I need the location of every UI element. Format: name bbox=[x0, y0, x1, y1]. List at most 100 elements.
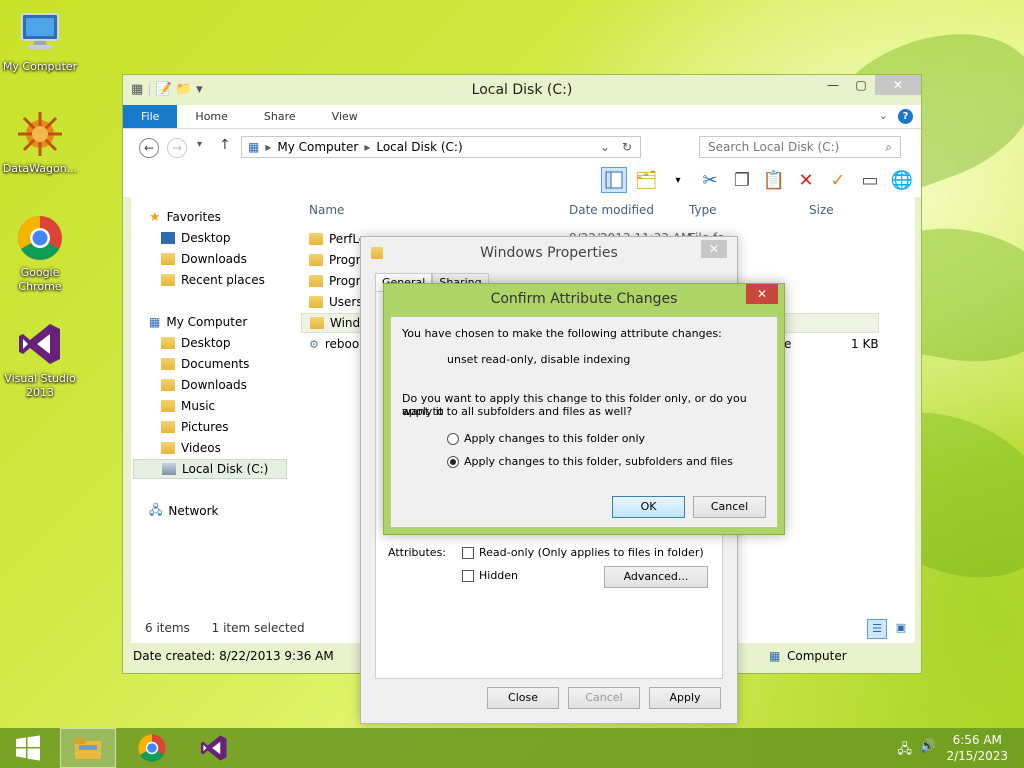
nav-favorites[interactable]: ★ Favorites bbox=[149, 207, 221, 227]
check-folder-icon[interactable]: 🗂 bbox=[633, 167, 659, 193]
confirm-body: You have chosen to make the following at… bbox=[390, 316, 778, 528]
readonly-checkbox[interactable]: Read-only (Only applies to files in fold… bbox=[462, 546, 704, 559]
network-tray-icon[interactable]: 🖧 bbox=[898, 740, 913, 762]
nav-comp-pictures[interactable]: Pictures bbox=[161, 417, 229, 437]
chevron-down-icon[interactable]: ▾ bbox=[665, 167, 691, 193]
address-bar[interactable]: ▦ ▸ My Computer ▸ Local Disk (C:) ⌄ ↻ bbox=[241, 136, 641, 158]
nav-fav-recent[interactable]: Recent places bbox=[161, 270, 265, 290]
explorer-titlebar[interactable]: ▦ | 📝 📁 ▾ Local Disk (C:) — ▢ ✕ bbox=[123, 75, 921, 105]
confirm-title: Confirm Attribute Changes bbox=[490, 291, 678, 307]
tab-file[interactable]: File bbox=[123, 105, 178, 128]
nav-comp-downloads[interactable]: Downloads bbox=[161, 375, 247, 395]
radio-button[interactable] bbox=[447, 432, 459, 445]
cancel-button[interactable]: Cancel bbox=[693, 496, 766, 518]
delete-icon[interactable]: ✕ bbox=[793, 167, 819, 193]
nav-comp-music[interactable]: Music bbox=[161, 396, 215, 416]
taskbar-explorer[interactable] bbox=[60, 728, 116, 768]
date-created: Date created: 8/22/2013 9:36 AM bbox=[133, 649, 334, 663]
copy-icon[interactable]: ❐ bbox=[729, 167, 755, 193]
nav-network[interactable]: 🖧 Network bbox=[149, 501, 219, 521]
refresh-icon[interactable]: ↻ bbox=[622, 140, 632, 154]
address-row: ← → ▾ ↑ ▦ ▸ My Computer ▸ Local Disk (C:… bbox=[123, 129, 921, 163]
folder-icon bbox=[161, 379, 175, 391]
file-row[interactable]: Users bbox=[309, 292, 363, 312]
status-line: 6 items 1 item selected bbox=[145, 621, 305, 635]
folder-icon bbox=[309, 275, 323, 287]
column-header-type[interactable]: Type bbox=[689, 203, 717, 217]
taskbar-chrome[interactable] bbox=[124, 728, 180, 768]
recent-locations-icon[interactable]: ▾ bbox=[197, 139, 202, 150]
hidden-checkbox[interactable]: Hidden bbox=[462, 569, 518, 582]
file-explorer-icon bbox=[75, 738, 101, 759]
nav-label: Videos bbox=[181, 441, 221, 455]
maximize-button[interactable]: ▢ bbox=[847, 75, 875, 95]
close-dialog-button[interactable]: Close bbox=[487, 687, 559, 709]
nav-my-computer[interactable]: ▦ My Computer bbox=[149, 312, 247, 332]
column-header-name[interactable]: Name bbox=[309, 203, 344, 217]
desktop-icon-my-computer[interactable]: My Computer bbox=[0, 8, 80, 74]
preview-pane-icon[interactable] bbox=[601, 167, 627, 193]
radio-button-selected[interactable] bbox=[447, 455, 459, 468]
nav-label: Pictures bbox=[181, 420, 229, 434]
close-button[interactable]: ✕ bbox=[701, 240, 727, 258]
forward-button[interactable]: → bbox=[167, 138, 187, 158]
star-icon: ★ bbox=[149, 209, 161, 225]
rename-icon[interactable]: ▭ bbox=[857, 167, 883, 193]
large-icons-view-icon[interactable]: ▣ bbox=[891, 619, 911, 639]
tab-share[interactable]: Share bbox=[246, 105, 314, 128]
column-header-date[interactable]: Date modified bbox=[569, 203, 654, 217]
minimize-button[interactable]: — bbox=[819, 75, 847, 95]
search-input[interactable]: Search Local Disk (C:) ⌕ bbox=[699, 136, 901, 158]
file-row[interactable]: PerfLo bbox=[309, 229, 366, 249]
details-view-icon[interactable]: ☰ bbox=[867, 619, 887, 639]
nav-label: Documents bbox=[181, 357, 250, 371]
desktop-icon-datawagon[interactable]: DataWagon... bbox=[0, 110, 80, 176]
cancel-button[interactable]: Cancel bbox=[568, 687, 640, 709]
cut-icon[interactable]: ✂ bbox=[697, 167, 723, 193]
radio-label: Apply changes to this folder only bbox=[464, 432, 646, 445]
column-headers: Name Date modified Type Size bbox=[301, 201, 915, 223]
nav-comp-videos[interactable]: Videos bbox=[161, 438, 221, 458]
checkbox-label: Read-only (Only applies to files in fold… bbox=[479, 546, 704, 559]
back-button[interactable]: ← bbox=[139, 138, 159, 158]
nav-fav-downloads[interactable]: Downloads bbox=[161, 249, 247, 269]
breadcrumb-local-disk[interactable]: Local Disk (C:) bbox=[376, 140, 462, 154]
checkmark-icon[interactable]: ✓ bbox=[825, 167, 851, 193]
breadcrumb-separator: ▸ bbox=[364, 140, 371, 154]
checkbox-box[interactable] bbox=[462, 569, 474, 582]
properties-title: Windows Properties bbox=[480, 245, 618, 261]
column-header-size[interactable]: Size bbox=[809, 203, 834, 217]
close-button[interactable]: ✕ bbox=[746, 284, 778, 304]
apply-button[interactable]: Apply bbox=[649, 687, 721, 709]
taskbar-visual-studio[interactable] bbox=[186, 728, 242, 768]
folder-icon bbox=[161, 400, 175, 412]
nav-comp-local-disk[interactable]: Local Disk (C:) bbox=[133, 459, 287, 479]
globe-icon[interactable]: 🌐 bbox=[889, 167, 915, 193]
advanced-button[interactable]: Advanced... bbox=[604, 566, 708, 588]
desktop-icon-visual-studio[interactable]: Visual Studio 2013 bbox=[0, 320, 80, 400]
tab-home[interactable]: Home bbox=[177, 105, 245, 128]
nav-comp-documents[interactable]: Documents bbox=[161, 354, 249, 374]
help-icon[interactable]: ? bbox=[898, 109, 913, 124]
nav-fav-desktop[interactable]: Desktop bbox=[161, 228, 231, 248]
nav-label: Downloads bbox=[181, 252, 247, 266]
address-dropdown-icon[interactable]: ⌄ bbox=[600, 140, 610, 154]
ok-button[interactable]: OK bbox=[612, 496, 685, 518]
start-button[interactable] bbox=[0, 728, 56, 768]
expand-ribbon-icon[interactable]: ⌄ bbox=[879, 109, 888, 124]
desktop-icon-google-chrome[interactable]: Google Chrome bbox=[0, 214, 80, 294]
volume-icon[interactable]: 🔊 bbox=[920, 739, 936, 754]
system-clock[interactable]: 6:56 AM 2/15/2023 bbox=[946, 732, 1008, 764]
file-row[interactable]: ⚙ reboo bbox=[309, 334, 359, 354]
window-title: Local Disk (C:) bbox=[471, 82, 573, 98]
paste-icon[interactable]: 📋 bbox=[761, 167, 787, 193]
nav-comp-desktop[interactable]: Desktop bbox=[161, 333, 231, 353]
radio-folder-only[interactable]: Apply changes to this folder only bbox=[447, 432, 645, 445]
up-arrow-icon[interactable]: ↑ bbox=[219, 137, 231, 153]
close-button[interactable]: ✕ bbox=[875, 75, 921, 95]
tab-view[interactable]: View bbox=[314, 105, 376, 128]
radio-all-subfolders[interactable]: Apply changes to this folder, subfolders… bbox=[447, 455, 733, 468]
checkbox-box[interactable] bbox=[462, 546, 474, 559]
folder-icon bbox=[309, 254, 323, 266]
breadcrumb-my-computer[interactable]: My Computer bbox=[277, 140, 358, 154]
